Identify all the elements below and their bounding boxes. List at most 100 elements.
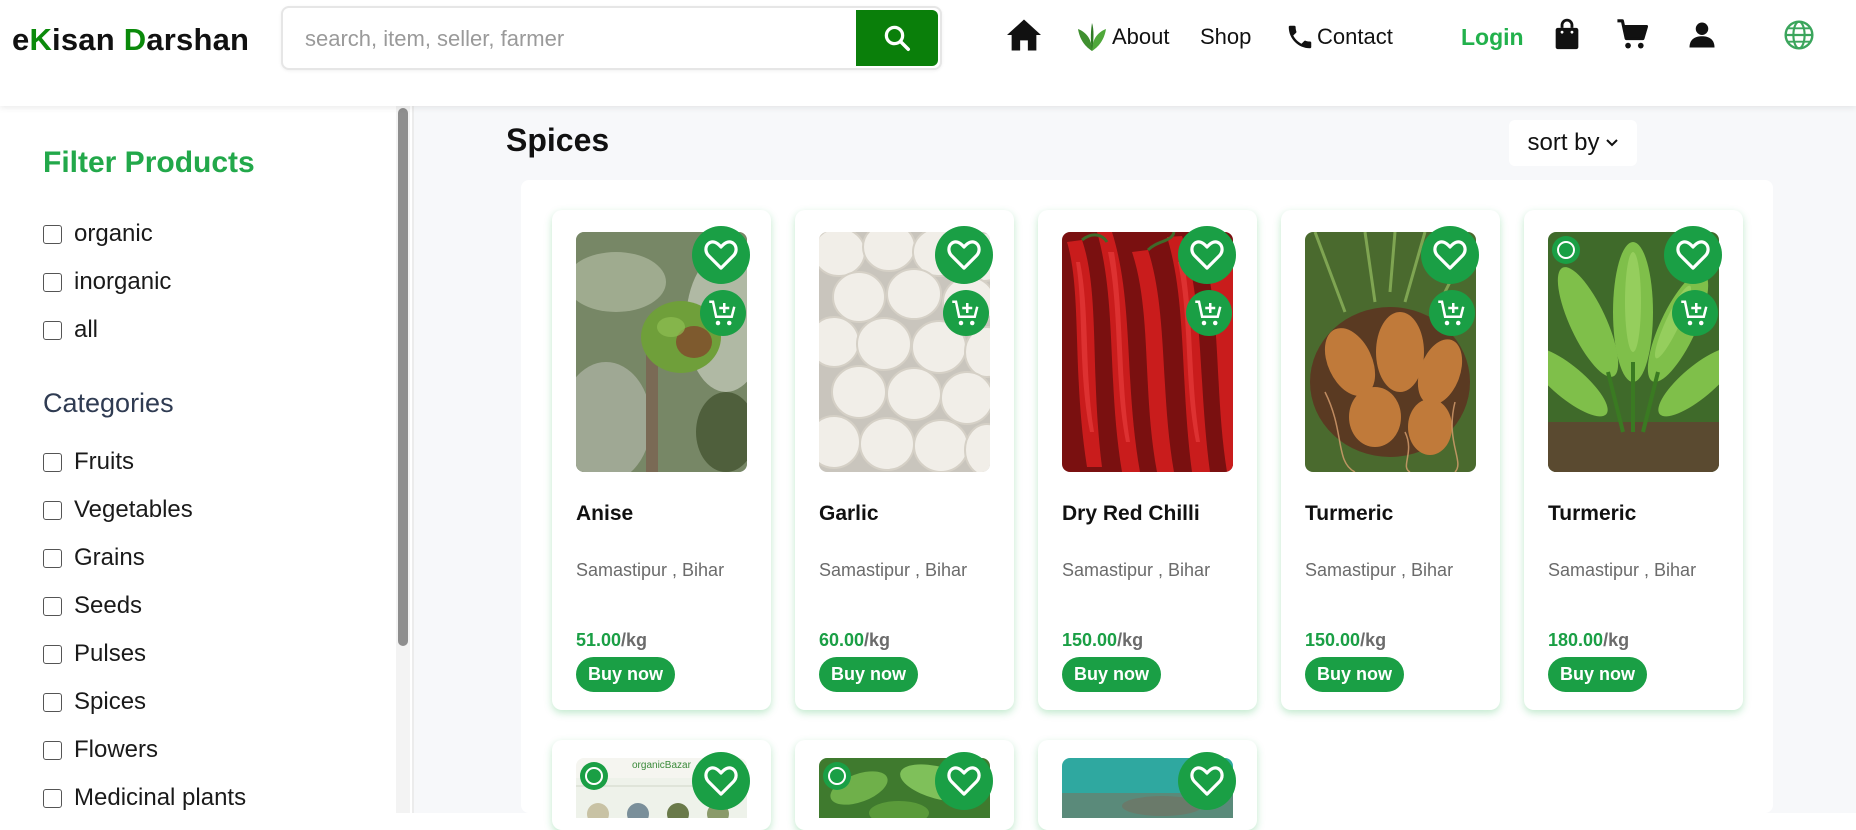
search-input[interactable] [305,22,865,56]
checkbox[interactable] [43,224,62,244]
filter-title: Filter Products [43,146,255,179]
organic-badge [823,762,851,790]
nav-home[interactable] [1005,19,1043,51]
checkbox[interactable] [43,548,62,568]
product-card[interactable]: Turmeric Samastipur , Bihar 180.00/kg Bu… [1524,210,1743,710]
buy-now-button[interactable]: Buy now [819,657,918,692]
product-card[interactable]: organicBazar [552,740,771,830]
wishlist-button[interactable] [1178,226,1236,284]
product-location: Samastipur , Bihar [1062,560,1211,580]
product-name[interactable]: Turmeric [1305,502,1393,526]
filter-all[interactable]: all [43,315,98,345]
leaf-icon [1078,23,1106,51]
nav-about[interactable]: About [1074,22,1170,52]
category-label: Grains [74,544,145,571]
categories-title: Categories [43,388,174,418]
checkbox[interactable] [43,596,62,616]
language-button[interactable] [1783,20,1815,50]
nav-about-label: About [1112,24,1170,49]
login-link[interactable]: Login [1461,22,1524,52]
user-icon [1689,22,1715,48]
category-flowers[interactable]: Flowers [43,735,158,765]
category-seeds[interactable]: Seeds [43,591,142,621]
price-unit: /kg [864,630,891,650]
product-name[interactable]: Anise [576,502,633,526]
category-vegetables[interactable]: Vegetables [43,495,193,525]
checkbox[interactable] [43,320,62,340]
checkbox[interactable] [43,740,62,760]
heart-icon [1676,240,1710,270]
product-name[interactable]: Garlic [819,502,879,526]
globe-icon [1784,20,1814,50]
wishlist-button[interactable] [1421,226,1479,284]
price-unit: /kg [621,630,648,650]
wishlist-button[interactable] [1178,752,1236,810]
add-to-cart-button[interactable] [700,290,746,336]
product-card[interactable] [1038,740,1257,830]
buy-now-button[interactable]: Buy now [1548,657,1647,692]
filter-label: organic [74,220,153,247]
page-title: Spices [506,122,610,158]
cart-button[interactable] [1616,19,1650,50]
checkbox[interactable] [43,452,62,472]
checkbox[interactable] [43,644,62,664]
category-label: Vegetables [74,496,193,523]
buy-now-button[interactable]: Buy now [1305,657,1404,692]
filter-inorganic[interactable]: inorganic [43,267,171,297]
product-price: 51.00/kg [576,630,647,651]
site-logo[interactable]: eKisan Darshan [12,22,249,58]
wishlist-button[interactable] [935,752,993,810]
sort-label: sort by [1527,129,1600,156]
product-card[interactable]: Dry Red Chilli Samastipur , Bihar 150.00… [1038,210,1257,710]
wishlist-button[interactable] [692,752,750,810]
add-cart-icon [1681,300,1708,326]
category-pulses[interactable]: Pulses [43,639,146,669]
product-card[interactable]: Turmeric Samastipur , Bihar 150.00/kg Bu… [1281,210,1500,710]
sidebar-scrollbar-thumb[interactable] [398,108,408,646]
sort-dropdown[interactable]: sort by [1509,120,1637,166]
logo-text-isan: isan [52,22,124,57]
add-cart-icon [709,300,736,326]
wishlist-button[interactable] [692,226,750,284]
category-medicinal-plants[interactable]: Medicinal plants [43,783,246,813]
add-to-cart-button[interactable] [1429,290,1475,336]
nav-shop-label: Shop [1200,24,1252,49]
checkbox[interactable] [43,500,62,520]
product-card[interactable]: Garlic Samastipur , Bihar 60.00/kg Buy n… [795,210,1014,710]
nav-contact[interactable]: Contact [1285,22,1393,52]
buy-now-button[interactable]: Buy now [1062,657,1161,692]
add-cart-icon [952,300,979,326]
add-to-cart-button[interactable] [943,290,989,336]
product-price: 150.00/kg [1062,630,1143,651]
logo-text-k: K [29,22,53,57]
filter-organic[interactable]: organic [43,219,153,249]
category-fruits[interactable]: Fruits [43,447,134,477]
product-name[interactable]: Dry Red Chilli [1062,502,1200,526]
search-button[interactable] [856,10,938,66]
product-name[interactable]: Turmeric [1548,502,1636,526]
category-grains[interactable]: Grains [43,543,145,573]
price-value: 51.00 [576,630,622,650]
login-label: Login [1461,23,1524,50]
category-label: Spices [74,688,147,715]
bag-button[interactable] [1552,18,1582,50]
checkbox[interactable] [43,692,62,712]
category-label: Pulses [74,640,147,667]
logo-text-d: D [123,22,147,57]
price-value: 60.00 [819,630,865,650]
add-to-cart-button[interactable] [1186,290,1232,336]
product-location: Samastipur , Bihar [1548,560,1697,580]
product-card[interactable] [795,740,1014,830]
account-button[interactable] [1687,20,1717,50]
wishlist-button[interactable] [1664,226,1722,284]
product-card[interactable]: Anise Samastipur , Bihar 51.00/kg Buy no… [552,210,771,710]
category-spices[interactable]: Spices [43,687,146,717]
nav-shop[interactable]: Shop [1200,22,1251,52]
add-to-cart-button[interactable] [1672,290,1718,336]
wishlist-button[interactable] [935,226,993,284]
checkbox[interactable] [43,788,62,808]
logo-text-arshan: arshan [146,22,250,57]
buy-now-button[interactable]: Buy now [576,657,675,692]
checkbox[interactable] [43,272,62,292]
shopping-bag-icon [1555,18,1579,50]
